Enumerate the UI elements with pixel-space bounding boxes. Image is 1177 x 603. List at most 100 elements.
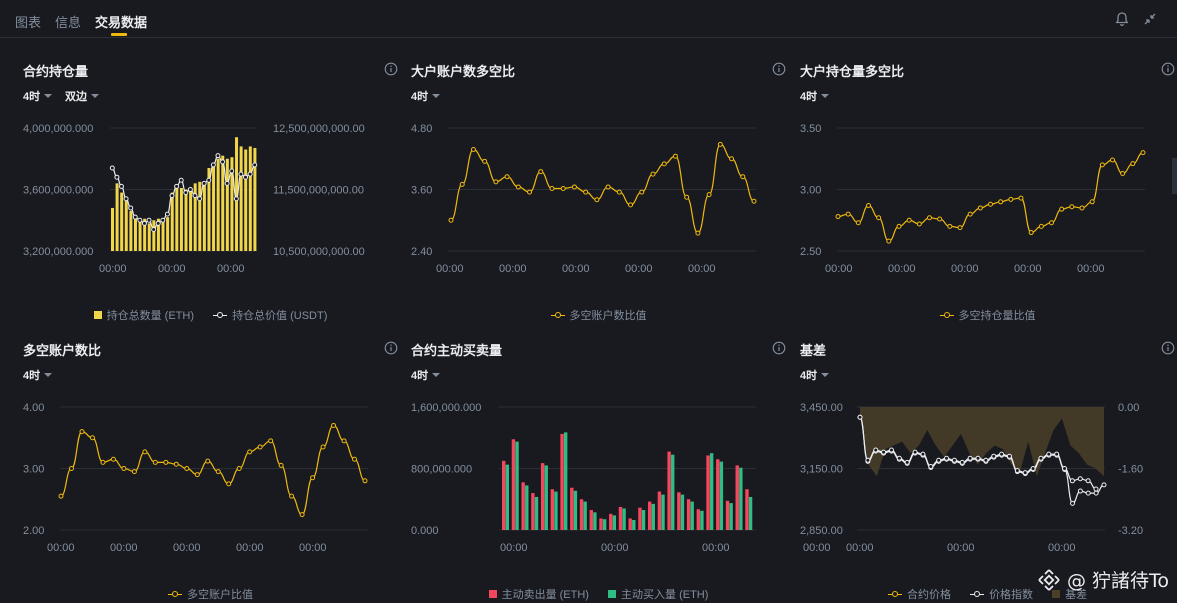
oi-bar [175, 186, 179, 251]
contract-price-point [1062, 466, 1068, 471]
legend-item[interactable]: 价格指数 [970, 586, 1033, 602]
legend-label: 多空账户数比值 [569, 310, 647, 322]
y-tick-label: 1,600,000.000 [411, 402, 481, 414]
info-circle-icon[interactable] [1161, 62, 1175, 76]
period-value: 4时 [23, 91, 41, 103]
index-price-point [1077, 488, 1083, 494]
oi-bar [147, 223, 151, 251]
info-circle-icon[interactable] [384, 62, 398, 76]
caret-down-icon [821, 373, 830, 377]
y-tick-label: 0.000 [411, 525, 439, 537]
ratio-point [916, 221, 922, 227]
ratio-point [58, 493, 64, 499]
index-price-point [1085, 490, 1091, 496]
oi-bar [115, 183, 119, 251]
panel-top-account-ratio: 大户账户数多空比 4时 4.80 3.60 2.40 00:00 00:00 00:00 0… [411, 61, 786, 329]
buy-bar [690, 501, 694, 530]
y-tick-label: 2.40 [411, 246, 432, 258]
caret-down-icon [432, 94, 441, 98]
x-tick-label: 00:00 [236, 542, 264, 554]
contract-price-point [1030, 466, 1036, 471]
tab-info[interactable]: 信息 [55, 12, 81, 31]
legend-item[interactable]: 主动卖出量 (ETH) [488, 586, 589, 602]
caret-down-icon [44, 373, 53, 377]
panel-title: 多空账户数比 [23, 343, 102, 358]
ratio-point [100, 459, 106, 465]
side-dropdown[interactable]: 双边 [65, 88, 99, 104]
legend-swatch [888, 590, 902, 598]
period-dropdown[interactable]: 4时 [411, 88, 441, 104]
period-dropdown[interactable]: 4时 [411, 367, 441, 383]
legend-item[interactable]: 多空账户比值 [168, 586, 253, 602]
sell-bar [725, 500, 730, 530]
chart-legend: 多空账户比值 [23, 586, 398, 602]
oi-bar [138, 220, 142, 251]
legend-item[interactable]: 多空持仓量比值 [939, 307, 1036, 323]
sell-bar [696, 509, 701, 530]
top-account-ratio-chart: 4.80 3.60 2.40 00:00 00:00 00:00 00:00 00:00 [411, 123, 757, 275]
legend-item[interactable]: 持仓总价值 (USDT) [213, 307, 327, 323]
top-tab-bar: 图表 信息 交易数据 [0, 0, 1177, 38]
period-dropdown[interactable]: 4时 [23, 367, 53, 383]
ratio-point [560, 185, 566, 191]
sell-bar [745, 489, 749, 530]
panel-title: 合约主动买卖量 [411, 343, 503, 358]
bell-icon[interactable] [1113, 10, 1131, 28]
x-tick-label: 00:00 [1014, 263, 1042, 275]
oi-bar [179, 187, 183, 251]
ratio-point [583, 189, 589, 195]
legend-item[interactable]: 合约价格 [888, 586, 951, 602]
info-circle-icon[interactable] [384, 341, 398, 355]
x-tick-label: 00:00 [888, 263, 916, 275]
ratio-point [362, 478, 368, 484]
panel-open-interest: 合约持仓量 4时 双边 4,000,000.000 3,600,000.000 3,… [23, 61, 398, 329]
ratio-point [278, 462, 284, 468]
info-circle-icon[interactable] [1161, 341, 1175, 355]
buy-bar [680, 494, 685, 530]
info-circle-icon[interactable] [772, 341, 786, 355]
buy-bar [700, 510, 704, 530]
y-tick-label: 800,000.000 [411, 464, 472, 476]
sell-bar [667, 451, 671, 530]
basis-chart: 3,450.00 3,150.00 2,850.00 0.00 -1.60 -3.20 00… [800, 402, 1143, 554]
sell-bar [589, 510, 593, 530]
legend-label: 多空账户比值 [187, 589, 253, 601]
buy-bar [554, 491, 558, 530]
oi-value-point [123, 196, 129, 202]
ratio-point [459, 181, 465, 187]
info-circle-icon[interactable] [772, 62, 786, 76]
oi-value-point [187, 187, 193, 192]
oi-value-point [224, 180, 230, 186]
ratio-point [1079, 205, 1085, 211]
collapse-arrows-icon[interactable] [1141, 10, 1159, 28]
x-tick-label: 00:00 [625, 263, 653, 275]
oi-bar [111, 207, 114, 251]
legend-swatch [550, 311, 565, 319]
sell-bar [647, 501, 652, 530]
period-dropdown[interactable]: 4时 [800, 367, 830, 383]
oi-value-point [183, 190, 189, 196]
legend-item[interactable]: 多空账户数比值 [550, 307, 647, 323]
tab-chart[interactable]: 图表 [15, 12, 41, 31]
ratio-point [886, 238, 892, 244]
y-tick-label: 3,600,000.000 [23, 185, 93, 197]
contract-price-point [975, 455, 981, 461]
ratio-point [706, 192, 712, 198]
legend-item[interactable]: 主动买入量 (ETH) [608, 586, 708, 602]
period-dropdown[interactable]: 4时 [23, 88, 53, 104]
sell-bar [560, 433, 564, 530]
buy-bar [739, 467, 743, 530]
contract-price-point [1069, 478, 1075, 484]
oi-bar [248, 146, 252, 251]
legend-item[interactable]: 持仓总数量 (ETH) [93, 307, 194, 323]
period-dropdown[interactable]: 4时 [800, 88, 830, 104]
ratio-point [470, 147, 476, 153]
tab-trading-data[interactable]: 交易数据 [95, 12, 147, 31]
contract-price-point [873, 447, 879, 453]
period-value: 4时 [411, 91, 429, 103]
contract-price-point [881, 449, 887, 455]
ratio-point [672, 153, 678, 159]
oi-value-point [174, 183, 180, 189]
ratio-point [247, 449, 253, 455]
sell-bar [638, 507, 642, 530]
